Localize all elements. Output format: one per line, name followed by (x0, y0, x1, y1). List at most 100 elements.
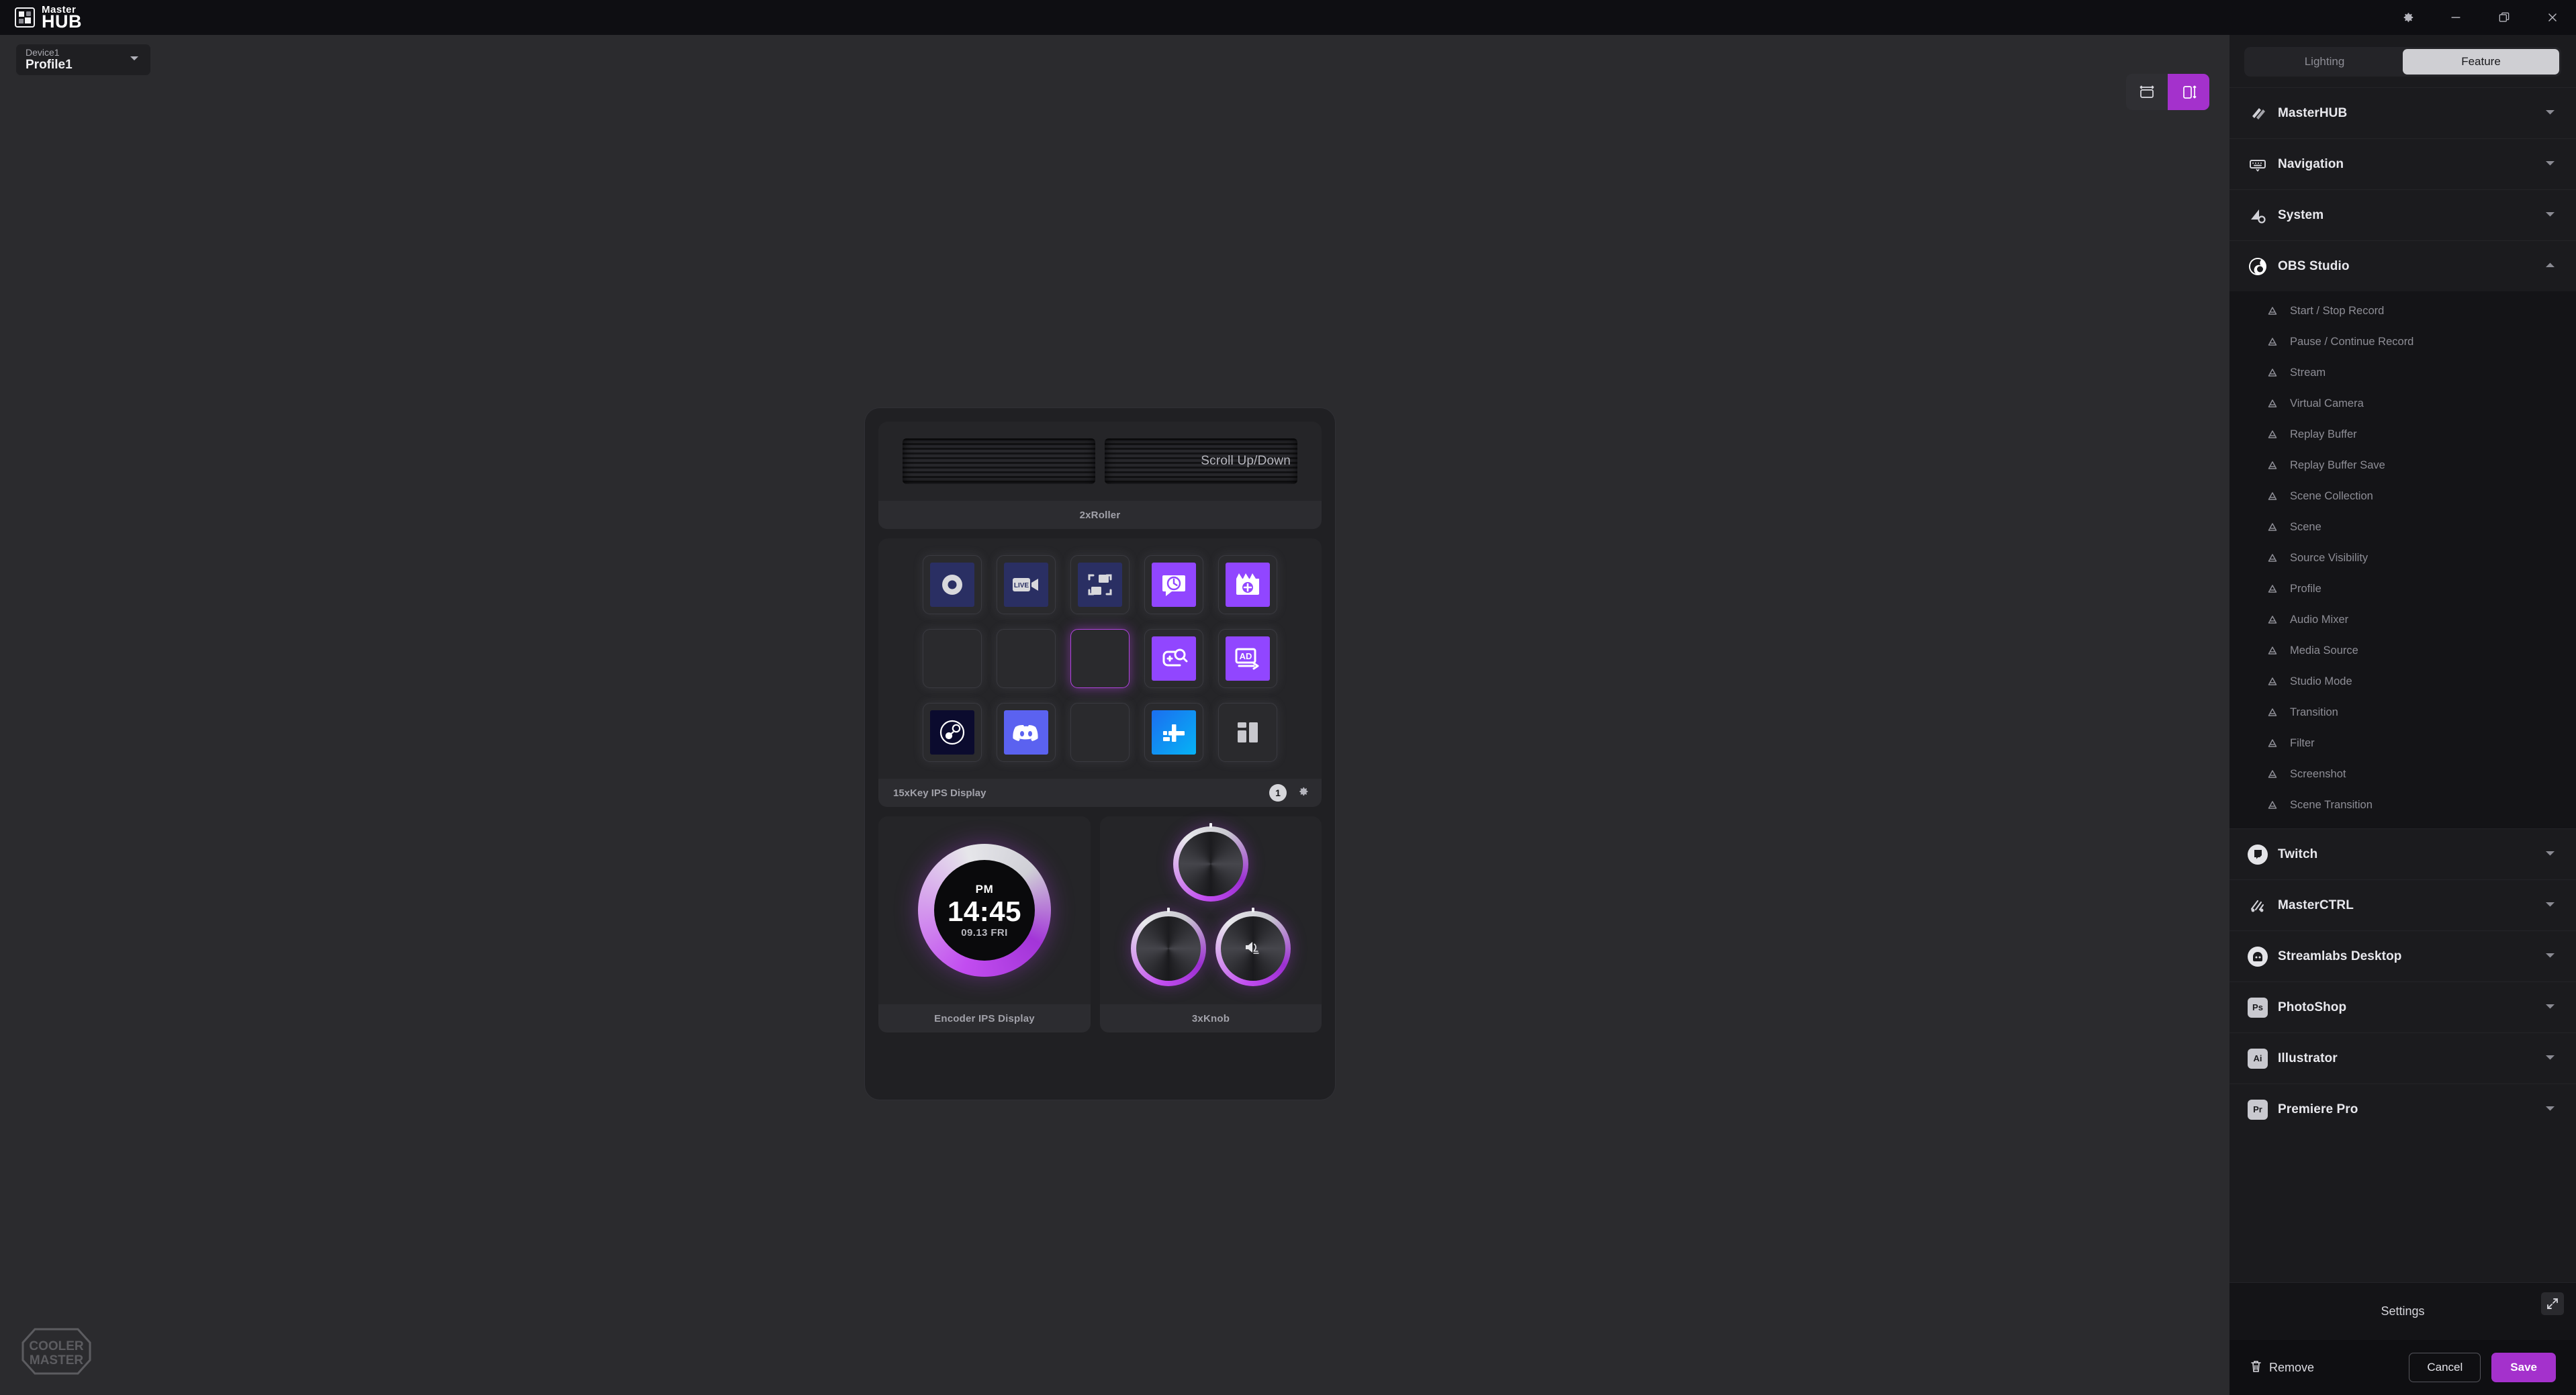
action-triangle-icon (2267, 491, 2282, 501)
key-3-2[interactable] (997, 703, 1056, 762)
roller-panel-label: 2xRoller (878, 501, 1322, 529)
obs-subitem[interactable]: Screenshot (2229, 759, 2576, 789)
action-triangle-icon (2267, 461, 2282, 471)
key-2-5[interactable]: AD (1218, 629, 1277, 688)
sidebar-item-photoshop[interactable]: Ps PhotoShop (2229, 981, 2576, 1032)
key-2-3-selected[interactable] (1070, 629, 1130, 688)
knob-bottom-right[interactable] (1215, 908, 1291, 986)
obs-subitem[interactable]: Studio Mode (2229, 666, 2576, 697)
sidebar-item-twitch[interactable]: Twitch (2229, 828, 2576, 879)
key-2-2[interactable] (997, 629, 1056, 688)
obs-subitem[interactable]: Transition (2229, 697, 2576, 728)
sidebar-item-navigation[interactable]: Navigation (2229, 138, 2576, 189)
sidebar-item-illustrator[interactable]: Ai Illustrator (2229, 1032, 2576, 1084)
maximize-icon[interactable] (2495, 9, 2513, 26)
obs-subitem-label: Media Source (2290, 644, 2358, 657)
key-1-5[interactable] (1218, 555, 1277, 614)
chevron-down-icon (2544, 158, 2556, 171)
obs-subitem-label: Virtual Camera (2290, 397, 2364, 410)
key-grid: LIVE AD (878, 538, 1322, 779)
profile-selector[interactable]: Device1 Profile1 (16, 44, 150, 75)
tab-lighting[interactable]: Lighting (2246, 49, 2403, 75)
sidebar-item-obs-studio[interactable]: OBS Studio (2229, 240, 2576, 291)
steam-icon (930, 710, 974, 755)
horizontal-layout-icon[interactable] (2126, 74, 2168, 110)
obs-subitem[interactable]: Media Source (2229, 635, 2576, 666)
obs-subitem[interactable]: Profile (2229, 573, 2576, 604)
key-1-3[interactable] (1070, 555, 1130, 614)
key-3-1[interactable] (923, 703, 982, 762)
action-triangle-icon (2267, 553, 2282, 563)
obs-subitem[interactable]: Virtual Camera (2229, 388, 2576, 419)
sidebar-item-label: Navigation (2278, 156, 2344, 171)
gear-icon[interactable] (2399, 9, 2416, 26)
obs-icon (2247, 256, 2268, 277)
action-triangle-icon (2267, 738, 2282, 749)
obs-subitem[interactable]: Scene (2229, 512, 2576, 542)
keyboard-icon (2247, 154, 2268, 175)
action-triangle-icon (2267, 584, 2282, 594)
sidebar-item-label: Premiere Pro (2278, 1102, 2358, 1116)
obs-subitem[interactable]: Source Visibility (2229, 542, 2576, 573)
ad-run-icon: AD (1226, 636, 1270, 681)
sidebar-item-label: MasterHUB (2278, 105, 2348, 120)
settings-title: Settings (2381, 1304, 2425, 1318)
vertical-layout-icon[interactable] (2168, 74, 2209, 110)
sidebar-item-masterctrl[interactable]: MasterCTRL (2229, 879, 2576, 930)
remove-button[interactable]: Remove (2250, 1359, 2314, 1376)
window-controls (2399, 0, 2561, 35)
clock-ampm: PM (975, 882, 994, 896)
expand-icon[interactable] (2541, 1292, 2564, 1315)
roller-strip-1[interactable] (903, 438, 1095, 484)
system-icon (2247, 205, 2268, 226)
obs-subitem-list: Start / Stop Record Pause / Continue Reco… (2229, 291, 2576, 828)
close-icon[interactable] (2544, 9, 2561, 26)
gear-icon[interactable] (1296, 785, 1309, 802)
sidebar-item-label: OBS Studio (2278, 258, 2350, 273)
obs-subitem[interactable]: Filter (2229, 728, 2576, 759)
obs-subitem[interactable]: Scene Transition (2229, 789, 2576, 820)
key-3-3[interactable] (1070, 703, 1130, 762)
key-3-5[interactable] (1218, 703, 1277, 762)
knob-bottom-left[interactable] (1131, 908, 1206, 986)
chevron-down-icon (2544, 1104, 2556, 1116)
chevron-up-icon (2544, 260, 2556, 273)
knob-top[interactable] (1173, 823, 1248, 902)
knob-panel-label: 3xKnob (1100, 1004, 1322, 1032)
feature-category-list: MasterHUB Navigation System OBS Studio S… (2229, 87, 2576, 1282)
sidebar-item-system[interactable]: System (2229, 189, 2576, 240)
sidebar-item-streamlabs-desktop[interactable]: Streamlabs Desktop (2229, 930, 2576, 981)
key-1-2[interactable]: LIVE (997, 555, 1056, 614)
key-2-4[interactable] (1144, 629, 1203, 688)
cancel-button[interactable]: Cancel (2409, 1353, 2481, 1382)
volume-icon (1243, 939, 1263, 959)
action-triangle-icon (2267, 306, 2282, 316)
body-split: Device1 Profile1 Scroll Up/Down 2xRoller… (0, 35, 2576, 1395)
sidebar-item-premiere-pro[interactable]: Pr Premiere Pro (2229, 1084, 2576, 1135)
obs-subitem-label: Replay Buffer (2290, 428, 2357, 440)
obs-subitem[interactable]: Pause / Continue Record (2229, 326, 2576, 357)
obs-subitem[interactable]: Start / Stop Record (2229, 295, 2576, 326)
obs-subitem[interactable]: Scene Collection (2229, 481, 2576, 512)
action-triangle-icon (2267, 522, 2282, 532)
knob-panel[interactable]: 3xKnob (1100, 816, 1322, 1032)
app-logo: Master HUB (15, 5, 82, 31)
obs-subitem[interactable]: Replay Buffer Save (2229, 450, 2576, 481)
roller-strip-2[interactable] (1105, 438, 1297, 484)
masterhub-logo-icon (15, 7, 35, 28)
obs-subitem[interactable]: Audio Mixer (2229, 604, 2576, 635)
app-root: Master HUB Device1 Profile1 Scroll Up/Do… (0, 0, 2576, 1395)
sidebar-item-masterhub[interactable]: MasterHUB (2229, 87, 2576, 138)
tab-feature[interactable]: Feature (2403, 49, 2559, 75)
key-2-1[interactable] (923, 629, 982, 688)
save-button[interactable]: Save (2491, 1353, 2556, 1382)
key-1-1[interactable] (923, 555, 982, 614)
page-indicator-badge[interactable]: 1 (1269, 784, 1287, 802)
key-1-4[interactable] (1144, 555, 1203, 614)
obs-subitem[interactable]: Stream (2229, 357, 2576, 388)
encoder-display-panel[interactable]: PM 14:45 09.13 FRI Encoder IPS Display (878, 816, 1091, 1032)
obs-subitem[interactable]: Replay Buffer (2229, 419, 2576, 450)
key-3-4[interactable] (1144, 703, 1203, 762)
minimize-icon[interactable] (2447, 9, 2465, 26)
roller-panel[interactable]: Scroll Up/Down 2xRoller (878, 422, 1322, 529)
